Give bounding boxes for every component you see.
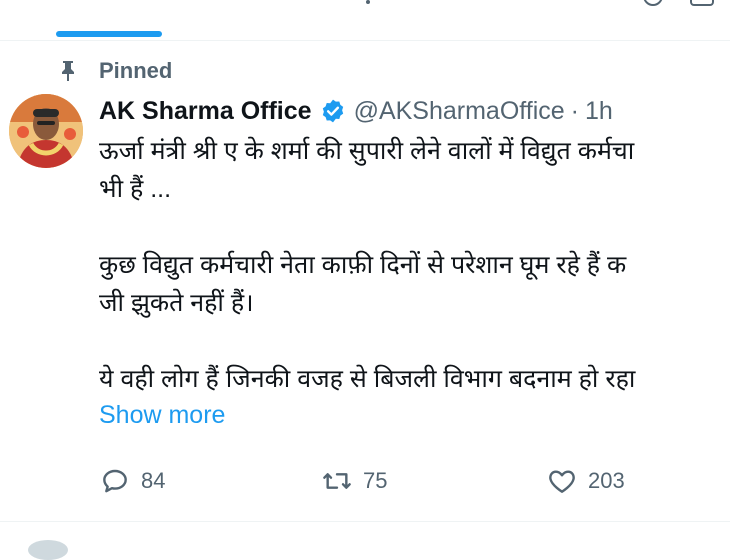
reply-count: 84 xyxy=(141,468,166,493)
verified-icon[interactable] xyxy=(320,98,346,124)
top-nav-icon[interactable] xyxy=(643,0,663,6)
tweet-timestamp[interactable]: 1h xyxy=(585,97,613,126)
tweet-text-line: जी झुकते नहीं हैं। xyxy=(99,289,254,317)
retweet-button[interactable]: 75 xyxy=(321,464,387,498)
like-icon xyxy=(549,470,575,493)
active-tab-indicator xyxy=(56,31,162,37)
tweet-divider xyxy=(0,521,730,522)
header-separator: · xyxy=(570,96,579,125)
pinned-tweet[interactable]: Pinned AK Sharma Office @AKSharmaOffice … xyxy=(0,40,730,522)
like-button[interactable]: 203 xyxy=(546,464,625,498)
pinned-indicator: Pinned xyxy=(56,56,172,86)
next-tweet-avatar[interactable] xyxy=(28,540,68,560)
author-display-name[interactable]: AK Sharma Office xyxy=(99,97,312,126)
reply-icon xyxy=(103,469,127,493)
top-nav-strip xyxy=(0,0,730,41)
pin-icon xyxy=(62,61,74,81)
tweet-header: AK Sharma Office @AKSharmaOffice · 1h xyxy=(99,94,613,128)
pinned-label: Pinned xyxy=(99,58,173,83)
avatar[interactable] xyxy=(9,94,83,168)
tweet-actions: 84 75 203 xyxy=(99,464,730,498)
top-nav-fragment xyxy=(366,0,370,4)
retweet-icon xyxy=(323,473,351,489)
tweet-text-line: ये वही लोग हैं जिनकी वजह से बिजली विभाग … xyxy=(99,365,636,393)
tweet-text-line: ऊर्जा मंत्री श्री ए के शर्मा की सुपारी ल… xyxy=(99,137,635,165)
show-more-link[interactable]: Show more xyxy=(99,401,225,430)
tweet-text-line: कुछ विद्युत कर्मचारी नेता काफ़ी दिनों से… xyxy=(99,251,627,279)
tweet-text: ऊर्जा मंत्री श्री ए के शर्मा की सुपारी ल… xyxy=(99,132,730,398)
like-count: 203 xyxy=(588,468,625,493)
top-nav-icon[interactable] xyxy=(690,0,714,6)
retweet-count: 75 xyxy=(363,468,388,493)
avatar-image xyxy=(9,94,83,168)
author-handle[interactable]: @AKSharmaOffice xyxy=(354,97,565,126)
tweet-text-line: भी हैं ... xyxy=(99,175,172,203)
reply-button[interactable]: 84 xyxy=(99,464,165,498)
